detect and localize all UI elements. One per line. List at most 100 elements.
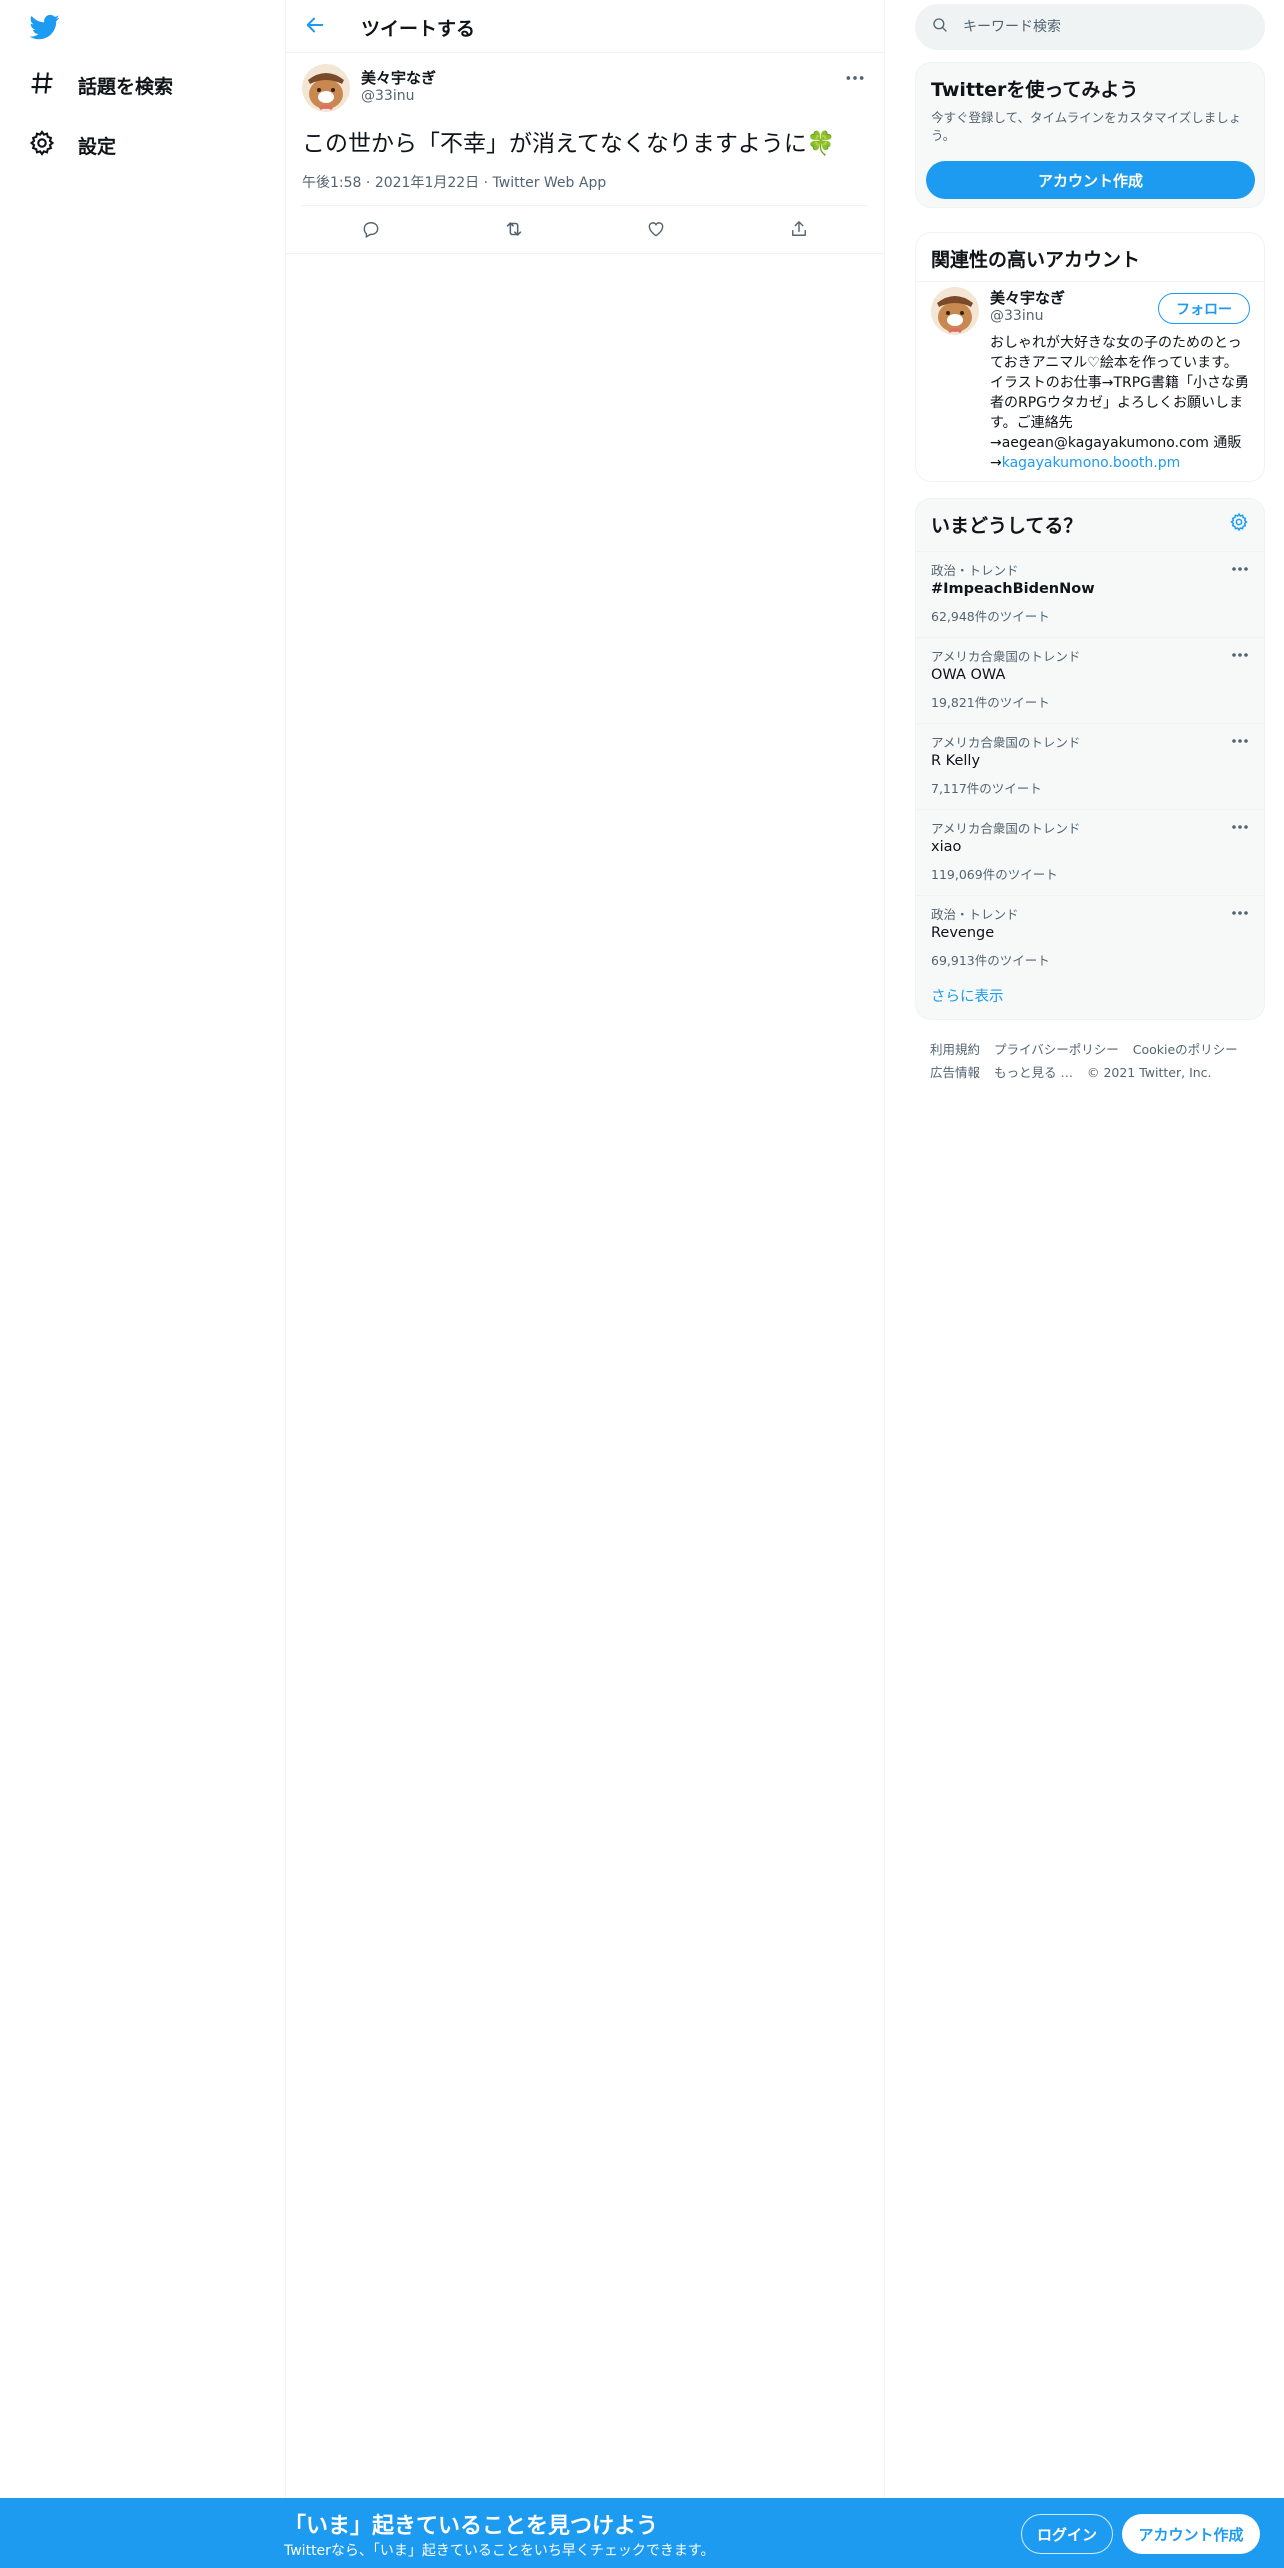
page: 話題を検索 設定 ツイートする 美々宇なぎ @33inu この世から「不幸」が消… — [0, 0, 1284, 2568]
footer-link-terms[interactable]: 利用規約 — [930, 1042, 980, 1057]
trend-name: #ImpeachBidenNow — [931, 581, 1095, 597]
meta-separator: · — [365, 175, 375, 191]
nav-settings-label: 設定 — [78, 135, 117, 158]
trend-item[interactable]: アメリカ合衆国のトレンド xiao 119,069件のツイート — [916, 809, 1264, 895]
retweet-button[interactable] — [501, 218, 527, 244]
more-options-button[interactable] — [840, 66, 870, 86]
author-name[interactable]: 美々宇なぎ — [361, 67, 436, 88]
signup-description: 今すぐ登録して、タイムラインをカスタマイズしましょう。 — [931, 110, 1242, 143]
more-dots-icon — [845, 67, 865, 86]
trends-settings-button[interactable] — [1226, 511, 1252, 537]
trend-more-button[interactable] — [1228, 644, 1252, 660]
trend-meta: アメリカ合衆国のトレンド — [931, 821, 1081, 836]
footer-link-more[interactable]: もっと見る … — [994, 1065, 1073, 1080]
left-nav: 話題を検索 設定 — [0, 0, 285, 2568]
trend-count: 119,069件のツイート — [931, 867, 1058, 882]
trend-item[interactable]: 政治・トレンド #ImpeachBidenNow 62,948件のツイート — [916, 551, 1264, 637]
trend-more-button[interactable] — [1228, 730, 1252, 746]
hashtag-icon — [28, 69, 56, 102]
share-icon — [789, 219, 809, 243]
gear-icon — [28, 129, 56, 162]
footer-links: 利用規約 プライバシーポリシー Cookieのポリシー 広告情報 もっと見る …… — [930, 1038, 1260, 1084]
trend-meta: 政治・トレンド — [931, 907, 1019, 922]
signup-button[interactable]: アカウント作成 — [1122, 2514, 1260, 2554]
footer-link-ads[interactable]: 広告情報 — [930, 1065, 980, 1080]
trends-card: いまどうしてる？ 政治・トレンド #ImpeachBidenNow 62,948… — [915, 498, 1265, 1020]
tweet-actions — [286, 206, 884, 254]
more-dots-icon — [1231, 729, 1249, 748]
related-account-bio: おしゃれが大好きな女の子のためのとっておきアニマル♡絵本を作っています。 イラス… — [990, 333, 1252, 473]
trend-more-button[interactable] — [1228, 558, 1252, 574]
trend-name: xiao — [931, 839, 962, 855]
bottom-bar-title: 「いま」起きていることを見つけよう — [284, 2514, 659, 2539]
follow-button[interactable]: フォロー — [1158, 293, 1250, 324]
login-button[interactable]: ログイン — [1021, 2514, 1113, 2554]
tweet-time[interactable]: 午後1:58 — [302, 175, 361, 191]
trend-meta: アメリカ合衆国のトレンド — [931, 735, 1081, 750]
copyright: © 2021 Twitter, Inc. — [1086, 1065, 1212, 1080]
main-column: ツイートする 美々宇なぎ @33inu この世から「不幸」が消えてなくなりますよ… — [285, 0, 885, 2498]
reply-icon — [361, 219, 381, 243]
bottom-signup-bar: 「いま」起きていることを見つけよう Twitterなら、「いま」起きていることを… — [0, 2498, 1284, 2568]
trend-name: Revenge — [931, 925, 995, 941]
share-button[interactable] — [786, 218, 812, 244]
more-dots-icon — [1231, 643, 1249, 662]
footer-link-cookies[interactable]: Cookieのポリシー — [1133, 1042, 1238, 1057]
show-more-link[interactable]: さらに表示 — [931, 985, 1004, 1006]
more-dots-icon — [1231, 815, 1249, 834]
tweet-meta: 午後1:58 · 2021年1月22日 · Twitter Web App — [302, 172, 606, 192]
trend-more-button[interactable] — [1228, 816, 1252, 832]
meta-separator: · — [483, 175, 493, 191]
trend-count: 62,948件のツイート — [931, 609, 1050, 624]
footer-link-privacy[interactable]: プライバシーポリシー — [994, 1042, 1119, 1057]
trend-item[interactable]: アメリカ合衆国のトレンド R Kelly 7,117件のツイート — [916, 723, 1264, 809]
trend-item[interactable]: 政治・トレンド Revenge 69,913件のツイート — [916, 895, 1264, 981]
trend-count: 69,913件のツイート — [931, 953, 1050, 968]
signup-title: Twitterを使ってみよう — [931, 79, 1139, 101]
clover-emoji-icon: 🍀 — [806, 131, 836, 157]
nav-settings[interactable]: 設定 — [28, 127, 116, 163]
nav-explore[interactable]: 話題を検索 — [28, 67, 173, 103]
page-title: ツイートする — [361, 18, 476, 40]
like-icon — [646, 219, 666, 243]
arrow-left-icon — [304, 14, 326, 40]
trend-more-button[interactable] — [1228, 902, 1252, 918]
search-input[interactable] — [963, 19, 1243, 35]
trend-count: 19,821件のツイート — [931, 695, 1050, 710]
page-header: ツイートする — [286, 0, 884, 53]
trend-count: 7,117件のツイート — [931, 781, 1042, 796]
like-button[interactable] — [643, 218, 669, 244]
trend-meta: 政治・トレンド — [931, 563, 1019, 578]
reply-button[interactable] — [358, 218, 384, 244]
bottom-bar-subtitle: Twitterなら、「いま」起きていることをいち早くチェックできます。 — [284, 2543, 715, 2559]
author-handle[interactable]: @33inu — [361, 88, 414, 104]
tweet-text: この世から「不幸」が消えてなくなりますように🍀 — [302, 124, 836, 158]
trend-meta: アメリカ合衆国のトレンド — [931, 649, 1081, 664]
create-account-button[interactable]: アカウント作成 — [926, 161, 1255, 199]
more-dots-icon — [1231, 901, 1249, 920]
tweet-source[interactable]: Twitter Web App — [493, 175, 607, 191]
related-accounts-card: 関連性の高いアカウント 美々宇なぎ @33inu フォロー おしゃれが大好きな女… — [915, 232, 1265, 482]
back-button[interactable] — [300, 12, 330, 42]
gear-icon — [1229, 512, 1249, 536]
divider — [916, 281, 1264, 282]
search-box — [915, 4, 1265, 50]
trend-item[interactable]: アメリカ合衆国のトレンド OWA OWA 19,821件のツイート — [916, 637, 1264, 723]
related-account-handle[interactable]: @33inu — [990, 308, 1043, 324]
tweet-body: この世から「不幸」が消えてなくなりますように — [302, 131, 807, 157]
nav-explore-label: 話題を検索 — [78, 75, 174, 98]
retweet-icon — [503, 218, 525, 244]
twitter-bird-icon[interactable] — [28, 12, 62, 42]
related-account-name[interactable]: 美々宇なぎ — [990, 287, 1065, 308]
bio-text: おしゃれが大好きな女の子のためのとっておきアニマル♡絵本を作っています。 イラス… — [990, 335, 1250, 471]
tweet-date[interactable]: 2021年1月22日 — [375, 175, 479, 191]
trend-name: R Kelly — [931, 753, 981, 769]
trends-title: いまどうしてる？ — [931, 515, 1083, 537]
signup-card: Twitterを使ってみよう 今すぐ登録して、タイムラインをカスタマイズしましょ… — [915, 62, 1265, 208]
avatar[interactable] — [302, 64, 350, 112]
trend-name: OWA OWA — [931, 667, 1006, 683]
related-title: 関連性の高いアカウント — [931, 249, 1141, 271]
bio-link[interactable]: kagayakumono.booth.pm — [1002, 455, 1181, 471]
avatar[interactable] — [931, 287, 979, 335]
more-dots-icon — [1231, 557, 1249, 576]
